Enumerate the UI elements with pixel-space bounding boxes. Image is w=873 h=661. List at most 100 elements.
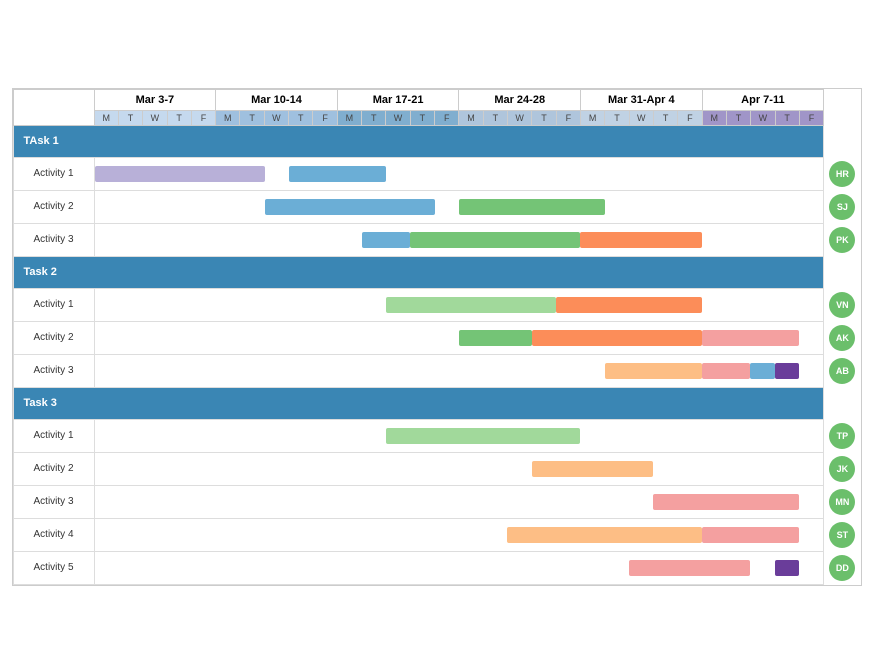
day-header: F: [313, 110, 337, 125]
activity-row: Activity 3 MN: [13, 485, 861, 518]
day-header: T: [289, 110, 313, 125]
avatar: PK: [829, 227, 855, 253]
avatar-cell: VN: [824, 288, 861, 321]
week-header: Mar 31-Apr 4: [581, 89, 703, 110]
activity-label: Activity 2: [13, 452, 94, 485]
day-header: M: [216, 110, 240, 125]
week-header: Mar 24-28: [459, 89, 581, 110]
activity-row: Activity 2 AK: [13, 321, 861, 354]
activity-row: Activity 1VN: [13, 288, 861, 321]
activity-row: Activity 5 DD: [13, 551, 861, 584]
avatar-cell: TP: [824, 419, 861, 452]
gantt-bar: [386, 428, 580, 444]
day-header: T: [362, 110, 386, 125]
day-header: F: [678, 110, 702, 125]
activity-label: Activity 3: [13, 354, 94, 387]
day-header: T: [532, 110, 556, 125]
gantt-bar: [532, 461, 653, 477]
activity-label: Activity 3: [13, 485, 94, 518]
avatar: HR: [829, 161, 855, 187]
day-header: T: [483, 110, 507, 125]
day-header: M: [581, 110, 605, 125]
day-header: M: [459, 110, 483, 125]
gantt-bar: [265, 199, 435, 215]
bar-cell: [94, 288, 824, 321]
day-header: W: [508, 110, 532, 125]
activity-label: Activity 1: [13, 419, 94, 452]
activity-row: Activity 3 PK: [13, 223, 861, 256]
avatar-cell: MN: [824, 485, 861, 518]
day-header: M: [94, 110, 118, 125]
activity-label: Activity 4: [13, 518, 94, 551]
avatar: AB: [829, 358, 855, 384]
gantt-bar: [702, 330, 799, 346]
day-header: F: [191, 110, 215, 125]
bar-cell: [94, 223, 824, 256]
day-header: F: [435, 110, 459, 125]
bar-cell: [94, 551, 824, 584]
gantt-bar: [459, 330, 532, 346]
avatar-cell: DD: [824, 551, 861, 584]
activity-row: Activity 3 AB: [13, 354, 861, 387]
week-header: Mar 3-7: [94, 89, 216, 110]
avatar-cell: HR: [824, 157, 861, 190]
activity-label: Activity 1: [13, 157, 94, 190]
gantt-bar: [629, 560, 750, 576]
avatar-cell: JK: [824, 452, 861, 485]
avatar-cell: ST: [824, 518, 861, 551]
task-label: Task 2: [13, 256, 824, 288]
bar-cell: [94, 452, 824, 485]
avatar: TP: [829, 423, 855, 449]
day-header: T: [726, 110, 750, 125]
task-group-header: Task 2: [13, 256, 861, 288]
bar-cell: [94, 354, 824, 387]
gantt-chart: Mar 3-7Mar 10-14Mar 17-21Mar 24-28Mar 31…: [12, 88, 862, 586]
day-header: T: [605, 110, 629, 125]
gantt-bar: [702, 363, 751, 379]
day-header: W: [629, 110, 653, 125]
bar-cell: [94, 518, 824, 551]
gantt-bar: [532, 330, 702, 346]
avatar: VN: [829, 292, 855, 318]
avatar: DD: [829, 555, 855, 581]
task-label: TAsk 1: [13, 125, 824, 157]
gantt-bar: [410, 232, 580, 248]
avatar-cell: AB: [824, 354, 861, 387]
task-group-header: Task 3: [13, 387, 861, 419]
avatar: JK: [829, 456, 855, 482]
task-group-header: TAsk 1: [13, 125, 861, 157]
avatar: ST: [829, 522, 855, 548]
day-header: F: [556, 110, 580, 125]
day-header: M: [337, 110, 361, 125]
bar-cell: [94, 485, 824, 518]
day-header: W: [143, 110, 167, 125]
activity-label: Activity 3: [13, 223, 94, 256]
activity-row: Activity 1 TP: [13, 419, 861, 452]
avatar-cell: AK: [824, 321, 861, 354]
gantt-bar: [386, 297, 556, 313]
gantt-bar: [362, 232, 411, 248]
activity-row: Activity 4 ST: [13, 518, 861, 551]
gantt-bar: [289, 166, 386, 182]
day-header: W: [264, 110, 288, 125]
gantt-bar: [556, 297, 702, 313]
day-header: T: [240, 110, 264, 125]
main-container: Mar 3-7Mar 10-14Mar 17-21Mar 24-28Mar 31…: [7, 66, 867, 596]
activity-label: Activity 2: [13, 190, 94, 223]
day-header: W: [751, 110, 775, 125]
gantt-bar: [580, 232, 701, 248]
gantt-bar: [750, 363, 774, 379]
day-header: T: [410, 110, 434, 125]
gantt-bar: [775, 560, 799, 576]
day-header: T: [118, 110, 142, 125]
avatar: SJ: [829, 194, 855, 220]
day-header: T: [653, 110, 677, 125]
activity-label: Activity 2: [13, 321, 94, 354]
day-header: T: [167, 110, 191, 125]
day-header: F: [799, 110, 823, 125]
activity-row: Activity 2 JK: [13, 452, 861, 485]
activity-label: Activity 5: [13, 551, 94, 584]
bar-cell: [94, 419, 824, 452]
week-header: Mar 10-14: [216, 89, 338, 110]
gantt-bar: [605, 363, 702, 379]
